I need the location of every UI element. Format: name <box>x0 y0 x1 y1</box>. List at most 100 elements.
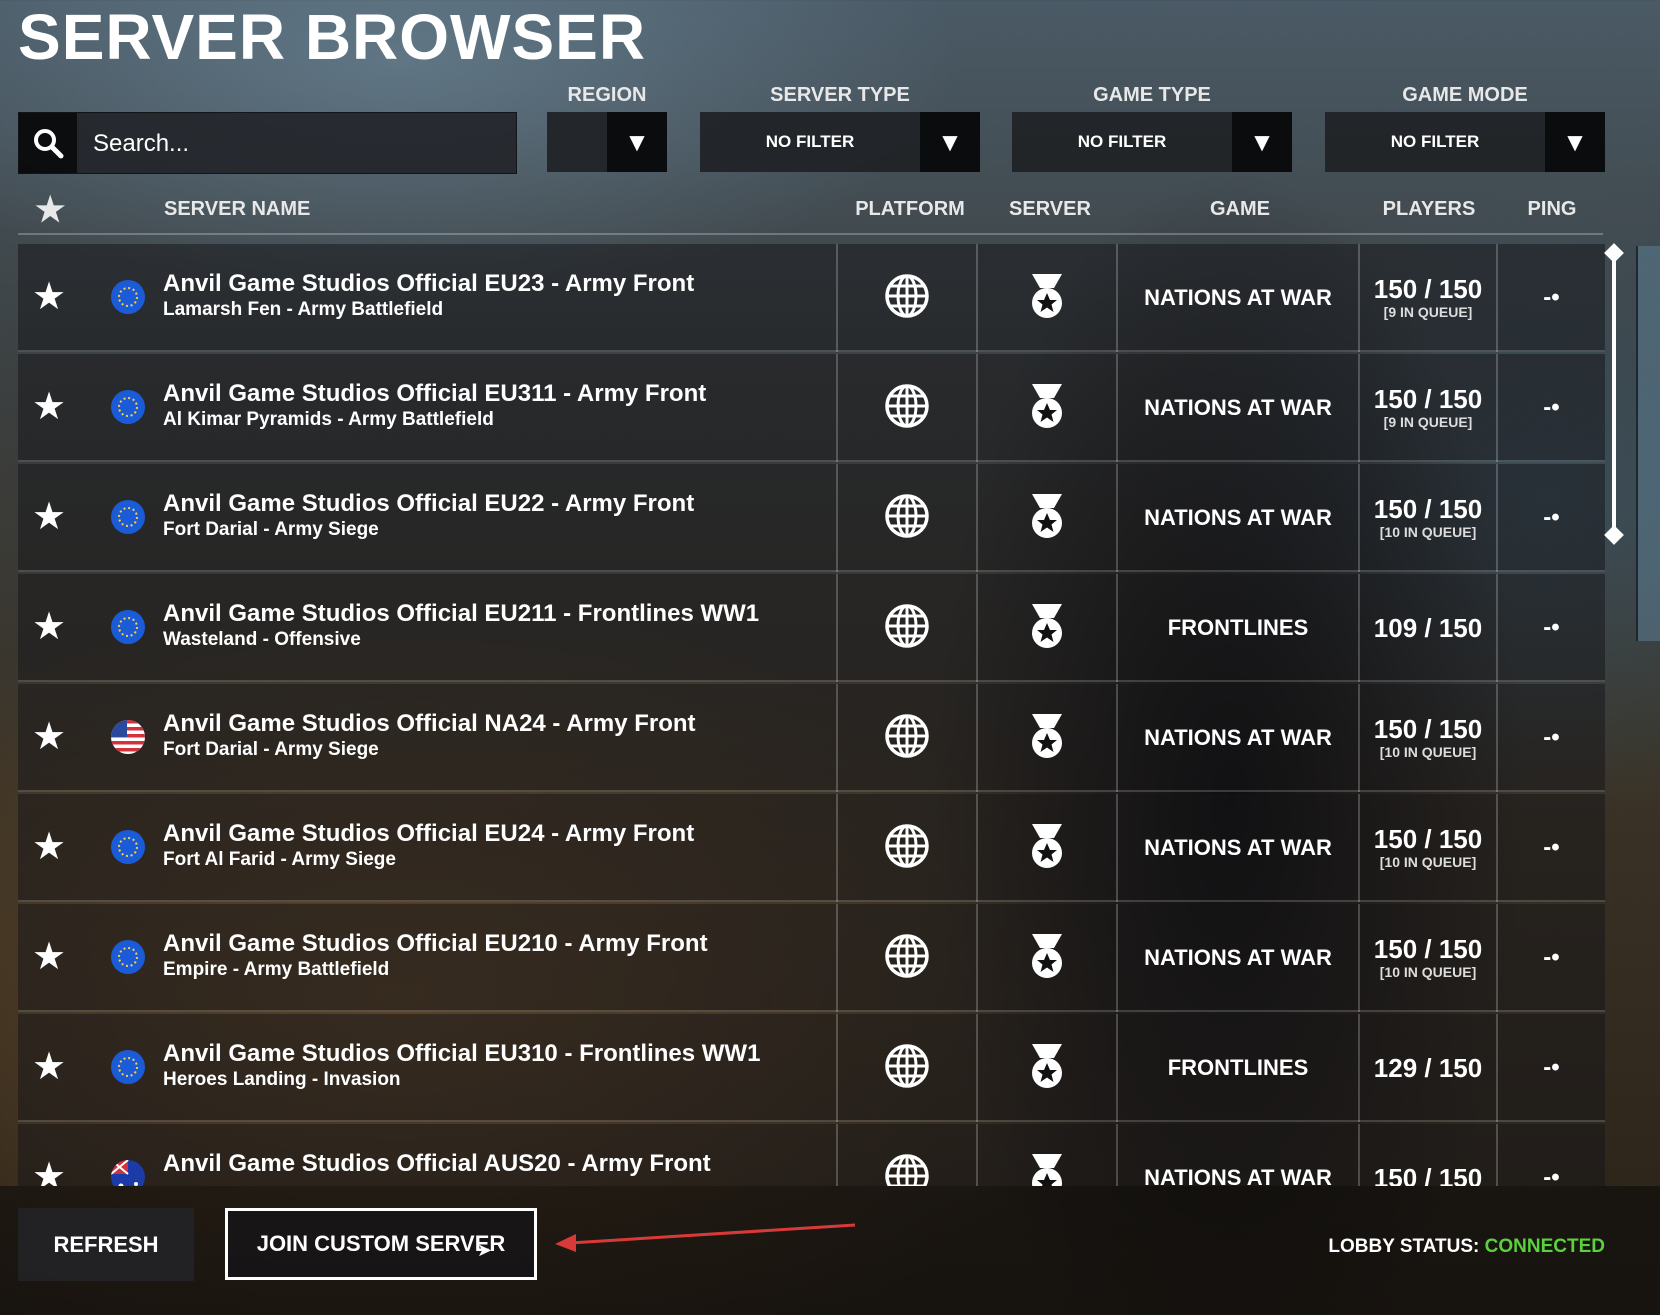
players-cell: 150 / 150 [9 IN QUEUE] <box>1360 354 1498 462</box>
platform-cell <box>838 1124 978 1186</box>
ping-value: -• <box>1543 284 1560 311</box>
favorite-star-icon[interactable]: ★ <box>32 1044 66 1089</box>
player-count: 150 / 150 <box>1373 824 1483 854</box>
server-row[interactable]: ★ Anvil Game Studios Official EU23 - Army… <box>18 244 1605 352</box>
server-name-cell[interactable]: ★ Anvil Game Studios Official EU23 - Army… <box>18 244 838 352</box>
server-map: Empire - Army Battlefield <box>163 959 390 980</box>
region-flag-icon <box>111 390 145 424</box>
ping-cell: -• <box>1498 904 1605 1012</box>
column-platform[interactable]: PLATFORM <box>840 198 980 221</box>
chevron-down-icon[interactable]: ▼ <box>1545 112 1605 172</box>
row-divider <box>18 350 1605 352</box>
chevron-down-icon[interactable]: ▼ <box>1232 112 1292 172</box>
ping-cell: -• <box>1498 464 1605 572</box>
server-list[interactable]: ★ Anvil Game Studios Official EU23 - Army… <box>18 244 1605 1186</box>
server-row[interactable]: ★ Anvil Game Studios Official AUS20 - Arm… <box>18 1124 1605 1186</box>
search-box[interactable] <box>18 112 517 175</box>
row-divider <box>18 1120 1605 1122</box>
ping-value: -• <box>1543 1054 1560 1081</box>
server-row[interactable]: ★ Anvil Game Studios Official EU210 - Arm… <box>18 904 1605 1012</box>
server-row[interactable]: ★ Anvil Game Studios Official EU311 - Arm… <box>18 354 1605 462</box>
game-cell: FRONTLINES <box>1118 574 1360 682</box>
column-ping[interactable]: PING <box>1500 198 1604 221</box>
player-count: 150 / 150 <box>1373 714 1483 744</box>
server-name-cell[interactable]: ★ Anvil Game Studios Official EU210 - Arm… <box>18 904 838 1012</box>
region-label: REGION <box>567 84 647 106</box>
server-type-dropdown[interactable]: NO FILTER ▼ <box>700 112 980 172</box>
favorite-star-icon[interactable]: ★ <box>32 934 66 979</box>
region-dropdown[interactable]: ▼ <box>547 112 667 172</box>
row-divider <box>18 680 1605 682</box>
server-row[interactable]: ★ Anvil Game Studios Official EU24 - Army… <box>18 794 1605 902</box>
row-divider <box>18 790 1605 792</box>
server-map: Lamarsh Fen - Army Battlefield <box>163 299 444 320</box>
search-icon[interactable] <box>19 113 77 173</box>
scrollbar-bottom-cap <box>1604 525 1624 545</box>
region-flag-icon <box>111 280 145 314</box>
players-cell: 150 / 150 <box>1360 1124 1498 1186</box>
server-row[interactable]: ★ Anvil Game Studios Official EU310 - Fro… <box>18 1014 1605 1122</box>
favorite-column-star-icon[interactable]: ★ <box>35 190 65 230</box>
game-mode-label: GAME MODE <box>1402 84 1528 106</box>
scrollbar[interactable] <box>1612 246 1616 536</box>
game-name: NATIONS AT WAR <box>1144 945 1332 970</box>
server-cell <box>978 904 1118 1012</box>
chevron-down-icon[interactable]: ▼ <box>920 112 980 172</box>
favorite-star-icon[interactable]: ★ <box>32 384 66 429</box>
favorite-star-icon[interactable]: ★ <box>32 1154 66 1186</box>
server-row[interactable]: ★ Anvil Game Studios Official NA24 - Army… <box>18 684 1605 792</box>
game-mode-dropdown[interactable]: NO FILTER ▼ <box>1325 112 1605 172</box>
player-count: 150 / 150 <box>1373 1163 1483 1186</box>
column-players[interactable]: PLAYERS <box>1362 198 1496 221</box>
server-name-cell[interactable]: ★ Anvil Game Studios Official EU311 - Arm… <box>18 354 838 462</box>
game-mode-value: NO FILTER <box>1390 132 1480 151</box>
chevron-down-icon[interactable]: ▼ <box>607 112 667 172</box>
column-server-name[interactable]: SERVER NAME <box>164 198 310 221</box>
server-name-cell[interactable]: ★ Anvil Game Studios Official EU211 - Fro… <box>18 574 838 682</box>
search-input[interactable] <box>91 113 510 175</box>
server-cell <box>978 244 1118 352</box>
column-server[interactable]: SERVER <box>990 198 1110 221</box>
globe-icon <box>884 1153 930 1186</box>
server-name-cell[interactable]: ★ Anvil Game Studios Official EU310 - Fro… <box>18 1014 838 1122</box>
game-name: NATIONS AT WAR <box>1144 1165 1332 1186</box>
official-medal-icon <box>1029 1152 1065 1186</box>
player-count: 150 / 150 <box>1373 384 1483 414</box>
official-medal-icon <box>1029 712 1065 765</box>
platform-cell <box>838 574 978 682</box>
server-row[interactable]: ★ Anvil Game Studios Official EU22 - Army… <box>18 464 1605 572</box>
globe-icon <box>884 493 930 544</box>
favorite-star-icon[interactable]: ★ <box>32 494 66 539</box>
game-cell: FRONTLINES <box>1118 1014 1360 1122</box>
server-name: Anvil Game Studios Official EU210 - Army… <box>163 930 708 957</box>
column-game[interactable]: GAME <box>1120 198 1360 221</box>
game-type-dropdown[interactable]: NO FILTER ▼ <box>1012 112 1292 172</box>
platform-cell <box>838 904 978 1012</box>
favorite-star-icon[interactable]: ★ <box>32 824 66 869</box>
favorite-star-icon[interactable]: ★ <box>32 604 66 649</box>
player-count: 150 / 150 <box>1373 494 1483 524</box>
globe-icon <box>884 713 930 764</box>
server-name: Anvil Game Studios Official EU22 - Army … <box>163 490 695 517</box>
official-medal-icon <box>1029 602 1065 655</box>
server-name-cell[interactable]: ★ Anvil Game Studios Official AUS20 - Arm… <box>18 1124 838 1186</box>
favorite-star-icon[interactable]: ★ <box>32 274 66 319</box>
game-name: NATIONS AT WAR <box>1144 725 1332 750</box>
favorite-star-icon[interactable]: ★ <box>32 714 66 759</box>
server-name: Anvil Game Studios Official EU24 - Army … <box>163 820 695 847</box>
player-count: 109 / 150 <box>1373 613 1483 643</box>
server-name-cell[interactable]: ★ Anvil Game Studios Official EU22 - Army… <box>18 464 838 572</box>
server-name-cell[interactable]: ★ Anvil Game Studios Official NA24 - Army… <box>18 684 838 792</box>
header-divider <box>18 233 1603 235</box>
server-row[interactable]: ★ Anvil Game Studios Official EU211 - Fro… <box>18 574 1605 682</box>
ping-value: -• <box>1543 394 1560 421</box>
server-cell <box>978 354 1118 462</box>
server-map: Heroes Landing - Invasion <box>163 1069 401 1090</box>
player-count: 150 / 150 <box>1373 274 1483 304</box>
server-name-cell[interactable]: ★ Anvil Game Studios Official EU24 - Army… <box>18 794 838 902</box>
globe-icon <box>884 603 930 654</box>
server-map: Fort Darial - Army Siege <box>163 739 379 760</box>
refresh-button[interactable]: REFRESH <box>18 1208 194 1281</box>
game-name: NATIONS AT WAR <box>1144 395 1332 420</box>
game-type-label: GAME TYPE <box>1093 84 1211 106</box>
